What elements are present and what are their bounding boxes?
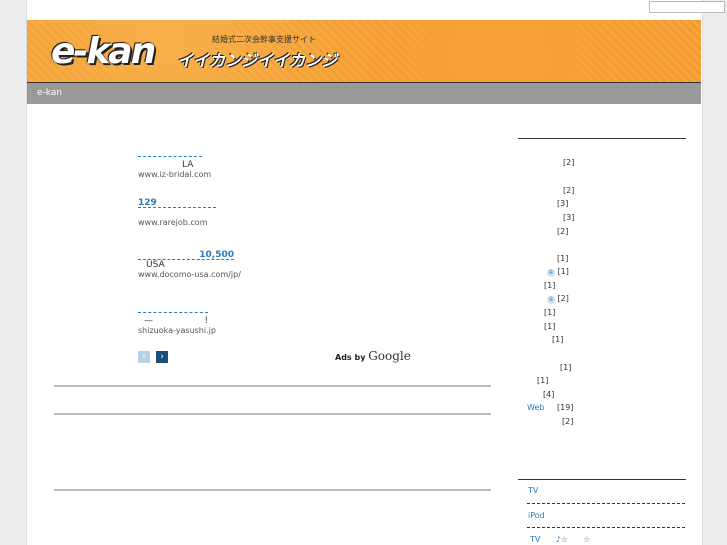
- ad-title[interactable]: [138, 304, 208, 313]
- category-count: [1]: [537, 376, 549, 385]
- category-item[interactable]: [1]: [537, 376, 548, 385]
- sidebar-divider: [518, 138, 686, 139]
- category-item[interactable]: [2]: [557, 227, 568, 236]
- sidebar-divider: [518, 479, 686, 480]
- category-item[interactable]: [3]: [557, 199, 568, 208]
- ad-title[interactable]: [138, 148, 202, 157]
- category-item[interactable]: [2]: [562, 417, 573, 426]
- category-count: [1]: [557, 267, 569, 276]
- header-banner: e-kan 結婚式二次会幹事支援サイト イイカンジイイカンジ: [27, 20, 701, 84]
- google-logo: Google: [368, 349, 411, 363]
- link-divider: [527, 527, 685, 528]
- category-item[interactable]: [1]: [544, 322, 555, 331]
- ads-next-button[interactable]: ›: [156, 351, 168, 363]
- category-label[interactable]: ②: [547, 296, 555, 304]
- ad-url[interactable]: www.iz-bridal.com: [138, 170, 211, 179]
- category-count: [2]: [563, 158, 575, 167]
- ad-url[interactable]: shizuoka-yasushi.jp: [138, 326, 216, 335]
- ad-url[interactable]: www.rarejob.com: [138, 218, 208, 227]
- ad-title[interactable]: 10,500: [138, 251, 234, 260]
- category-count: [2]: [563, 186, 575, 195]
- ad-item[interactable]: 10,500 USA www.docomo-usa.com/jp/: [138, 250, 418, 280]
- ad-description: — !: [144, 316, 209, 326]
- category-count: [3]: [563, 213, 575, 222]
- category-item[interactable]: [2]: [563, 158, 574, 167]
- site-logo-subtitle: イイカンジイイカンジ: [177, 51, 338, 70]
- ad-url[interactable]: www.docomo-usa.com/jp/: [138, 270, 241, 279]
- category-label[interactable]: Web: [527, 403, 544, 412]
- breadcrumb-bar: e-kan: [27, 83, 701, 104]
- category-item[interactable]: [1]: [557, 254, 568, 263]
- content-divider: [54, 489, 491, 491]
- category-count: [1]: [560, 363, 572, 372]
- search-input[interactable]: [649, 1, 725, 13]
- category-item[interactable]: [1]: [560, 363, 571, 372]
- category-item[interactable]: ① [1]: [547, 267, 569, 277]
- site-tagline: 結婚式二次会幹事支援サイト: [212, 35, 316, 44]
- category-item[interactable]: [1]: [544, 281, 555, 290]
- category-count: [2]: [557, 227, 569, 236]
- ad-title[interactable]: 129: [138, 199, 216, 208]
- link-divider: [527, 503, 685, 504]
- category-count: [1]: [552, 335, 564, 344]
- category-item[interactable]: [3]: [563, 213, 574, 222]
- category-label[interactable]: ①: [547, 269, 555, 277]
- site-logo[interactable]: e-kan: [51, 32, 156, 72]
- sidebar-link[interactable]: TV ♪☆ ☆: [530, 535, 590, 544]
- category-count: [3]: [557, 199, 569, 208]
- ads-by-label: Ads by: [335, 353, 366, 362]
- category-item[interactable]: [2]: [563, 186, 574, 195]
- content-divider: [54, 413, 491, 415]
- breadcrumb-home[interactable]: e-kan: [37, 88, 62, 98]
- category-item[interactable]: [1]: [544, 308, 555, 317]
- category-count: [1]: [544, 281, 556, 290]
- ads-prev-button[interactable]: ‹: [138, 351, 150, 363]
- category-item[interactable]: Web [19]: [527, 403, 573, 412]
- ad-item[interactable]: LA www.iz-bridal.com: [138, 148, 418, 180]
- ad-description: USA: [146, 260, 165, 270]
- sidebar-link[interactable]: iPod: [528, 511, 545, 520]
- ad-description: LA: [182, 160, 194, 170]
- category-count: [2]: [562, 417, 574, 426]
- category-count: [4]: [543, 390, 555, 399]
- sidebar-link[interactable]: TV: [528, 486, 538, 495]
- content-divider: [54, 385, 491, 387]
- category-item[interactable]: [1]: [552, 335, 563, 344]
- category-item[interactable]: [4]: [543, 390, 554, 399]
- category-count: [1]: [544, 308, 556, 317]
- category-item[interactable]: ② [2]: [547, 294, 569, 304]
- category-count: [1]: [557, 254, 569, 263]
- ads-by-google[interactable]: Ads by Google: [335, 349, 411, 363]
- category-count: [1]: [544, 322, 556, 331]
- category-count: [2]: [557, 294, 569, 303]
- category-count: [19]: [557, 403, 574, 412]
- ad-item[interactable]: — ! shizuoka-yasushi.jp: [138, 304, 418, 336]
- ad-item[interactable]: 129 www.rarejob.com: [138, 198, 418, 228]
